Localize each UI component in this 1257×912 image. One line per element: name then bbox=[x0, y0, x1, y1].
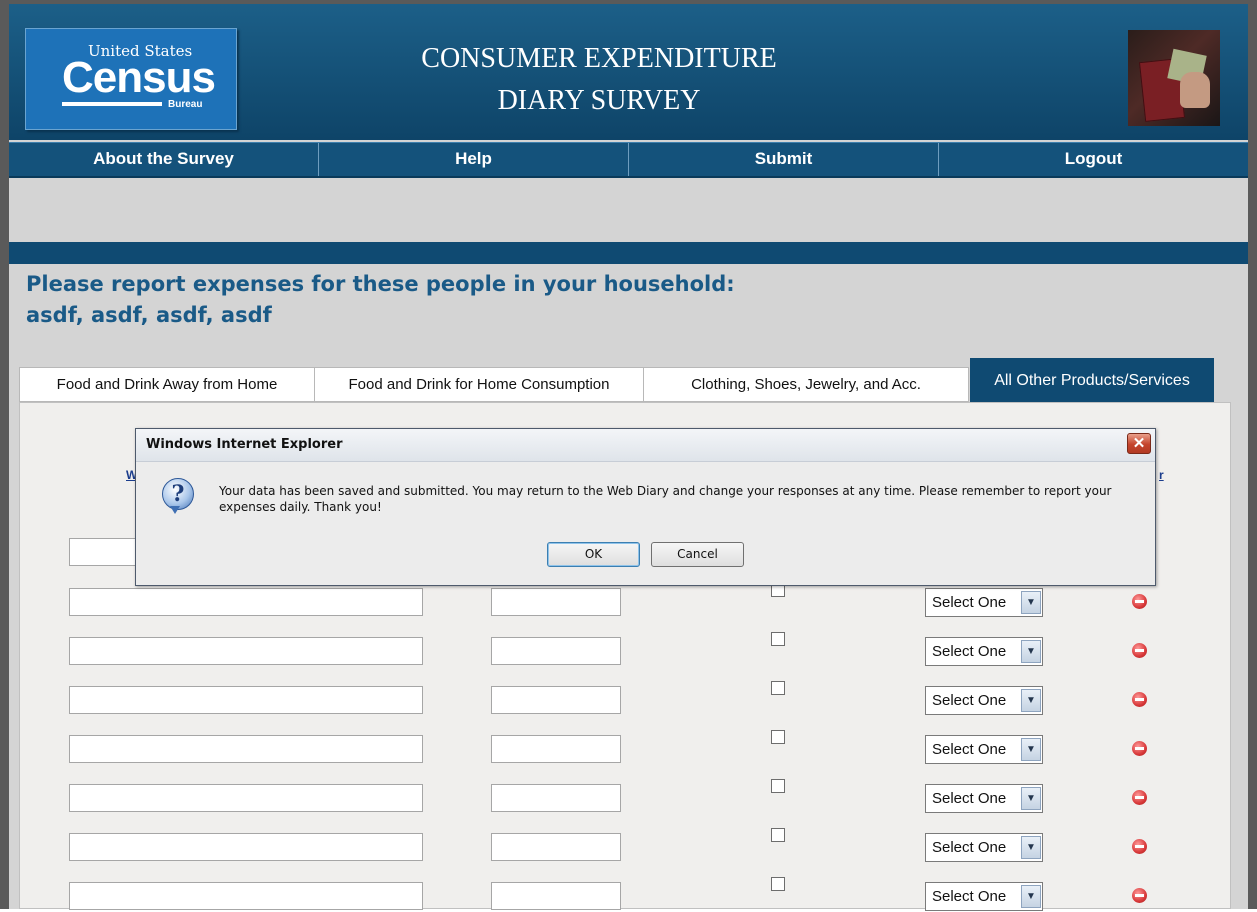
item-select[interactable]: Select One ▼ bbox=[925, 784, 1043, 813]
item-cost-input[interactable] bbox=[491, 686, 621, 714]
table-row: Select One ▼ bbox=[20, 583, 1232, 618]
remove-icon[interactable] bbox=[1132, 594, 1147, 609]
item-cost-input[interactable] bbox=[491, 833, 621, 861]
item-description-input[interactable] bbox=[69, 784, 423, 812]
item-select[interactable]: Select One ▼ bbox=[925, 833, 1043, 862]
table-row: Select One ▼ bbox=[20, 632, 1232, 667]
household-instructions: Please report expenses for these people … bbox=[26, 269, 735, 331]
column-link-right[interactable]: r bbox=[1159, 468, 1164, 482]
dialog-message: Your data has been saved and submitted. … bbox=[219, 484, 1112, 514]
tab-food-home[interactable]: Food and Drink for Home Consumption bbox=[314, 367, 644, 402]
remove-icon[interactable] bbox=[1132, 888, 1147, 903]
item-description-input[interactable] bbox=[69, 588, 423, 616]
logo-underline bbox=[62, 102, 162, 106]
item-cost-input[interactable] bbox=[491, 588, 621, 616]
item-checkbox[interactable] bbox=[771, 632, 785, 646]
item-select[interactable]: Select One ▼ bbox=[925, 686, 1043, 715]
tab-all-other[interactable]: All Other Products/Services bbox=[970, 358, 1214, 402]
chevron-down-icon[interactable]: ▼ bbox=[1021, 689, 1041, 712]
ok-button[interactable]: OK bbox=[547, 542, 640, 567]
wallet-photo bbox=[1128, 30, 1220, 126]
item-description-input[interactable] bbox=[69, 833, 423, 861]
logo-text-bureau: Bureau bbox=[168, 99, 203, 110]
item-description-input[interactable] bbox=[69, 686, 423, 714]
census-logo[interactable]: United States Census Bureau bbox=[25, 28, 237, 130]
table-row: Select One ▼ bbox=[20, 681, 1232, 716]
page-title: CONSUMER EXPENDITURE DIARY SURVEY bbox=[319, 38, 879, 122]
chevron-down-icon[interactable]: ▼ bbox=[1021, 591, 1041, 614]
title-line-2: DIARY SURVEY bbox=[497, 85, 701, 116]
chevron-down-icon[interactable]: ▼ bbox=[1021, 640, 1041, 663]
remove-icon[interactable] bbox=[1132, 790, 1147, 805]
chevron-down-icon[interactable]: ▼ bbox=[1021, 836, 1041, 859]
main-nav: About the Survey Help Submit Logout bbox=[9, 142, 1248, 178]
item-select-value: Select One bbox=[932, 692, 1007, 709]
nav-about-the-survey[interactable]: About the Survey bbox=[9, 143, 319, 176]
item-select-value: Select One bbox=[932, 790, 1007, 807]
item-description-input[interactable] bbox=[69, 882, 423, 910]
item-cost-input[interactable] bbox=[491, 637, 621, 665]
remove-icon[interactable] bbox=[1132, 692, 1147, 707]
item-description-input[interactable] bbox=[69, 735, 423, 763]
logo-text-main: Census bbox=[62, 53, 216, 102]
item-cost-input[interactable] bbox=[491, 882, 621, 910]
title-line-1: CONSUMER EXPENDITURE bbox=[421, 43, 777, 74]
nav-help[interactable]: Help bbox=[319, 143, 629, 176]
remove-icon[interactable] bbox=[1132, 741, 1147, 756]
household-members: asdf, asdf, asdf, asdf bbox=[26, 303, 272, 327]
item-select-value: Select One bbox=[932, 594, 1007, 611]
item-cost-input[interactable] bbox=[491, 784, 621, 812]
alert-dialog: Windows Internet Explorer ✕ ? Your data … bbox=[135, 428, 1156, 586]
item-select-value: Select One bbox=[932, 741, 1007, 758]
nav-submit[interactable]: Submit bbox=[629, 143, 939, 176]
cancel-button[interactable]: Cancel bbox=[651, 542, 744, 567]
item-select-value: Select One bbox=[932, 643, 1007, 660]
item-select[interactable]: Select One ▼ bbox=[925, 637, 1043, 666]
item-checkbox[interactable] bbox=[771, 828, 785, 842]
question-icon-tail bbox=[170, 506, 180, 514]
chevron-down-icon[interactable]: ▼ bbox=[1021, 787, 1041, 810]
item-select[interactable]: Select One ▼ bbox=[925, 735, 1043, 764]
close-icon[interactable]: ✕ bbox=[1127, 433, 1151, 454]
nav-logout[interactable]: Logout bbox=[939, 143, 1248, 176]
item-checkbox[interactable] bbox=[771, 681, 785, 695]
item-select-value: Select One bbox=[932, 888, 1007, 905]
chevron-down-icon[interactable]: ▼ bbox=[1021, 885, 1041, 908]
table-row: Select One ▼ bbox=[20, 877, 1232, 912]
table-row: Select One ▼ bbox=[20, 730, 1232, 765]
item-checkbox[interactable] bbox=[771, 730, 785, 744]
item-checkbox[interactable] bbox=[771, 779, 785, 793]
item-select[interactable]: Select One ▼ bbox=[925, 882, 1043, 911]
instructions-heading: Please report expenses for these people … bbox=[26, 272, 735, 296]
message-area bbox=[9, 178, 1248, 242]
item-select-value: Select One bbox=[932, 839, 1007, 856]
wallet-hand bbox=[1180, 72, 1210, 108]
item-checkbox[interactable] bbox=[771, 877, 785, 891]
tab-clothing[interactable]: Clothing, Shoes, Jewelry, and Acc. bbox=[643, 367, 969, 402]
site-header: United States Census Bureau CONSUMER EXP… bbox=[9, 4, 1248, 140]
remove-icon[interactable] bbox=[1132, 839, 1147, 854]
table-row: Select One ▼ bbox=[20, 828, 1232, 863]
remove-icon[interactable] bbox=[1132, 643, 1147, 658]
item-select[interactable]: Select One ▼ bbox=[925, 588, 1043, 617]
chevron-down-icon[interactable]: ▼ bbox=[1021, 738, 1041, 761]
item-description-input[interactable] bbox=[69, 637, 423, 665]
dialog-title: Windows Internet Explorer bbox=[146, 437, 343, 452]
dialog-titlebar[interactable]: Windows Internet Explorer ✕ bbox=[136, 429, 1155, 462]
tab-food-away[interactable]: Food and Drink Away from Home bbox=[19, 367, 315, 402]
table-row: Select One ▼ bbox=[20, 779, 1232, 814]
section-divider bbox=[9, 242, 1248, 264]
item-cost-input[interactable] bbox=[491, 735, 621, 763]
